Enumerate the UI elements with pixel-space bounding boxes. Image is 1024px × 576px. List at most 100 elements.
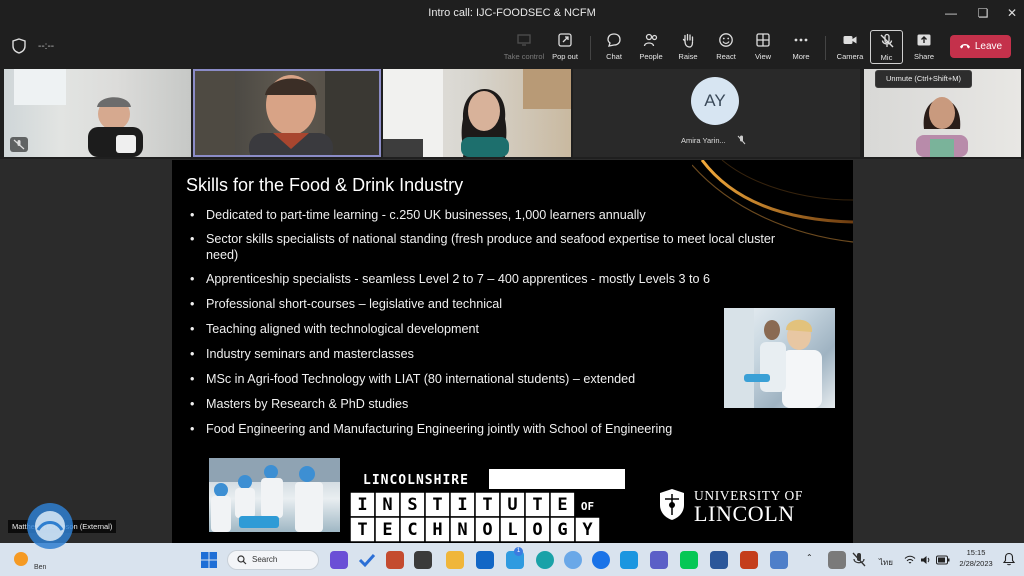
take-control-button[interactable]: Take control (502, 30, 546, 64)
volume-icon[interactable] (920, 554, 932, 566)
toolbar-divider (825, 36, 826, 60)
avatar: AY (691, 77, 739, 125)
minimize-icon[interactable]: — (936, 3, 966, 23)
cloud-icon[interactable] (564, 551, 582, 569)
active-speaker-video-tile[interactable] (193, 69, 381, 157)
input-language[interactable]: ไทย (879, 556, 893, 569)
logo-letter: T (482, 495, 492, 515)
teams-icon[interactable] (650, 551, 668, 569)
tray-chevron-up-icon[interactable]: ⌃ (806, 553, 813, 562)
logo-lincoln-text: LINCOLN (694, 501, 795, 523)
logo-letter: C (407, 520, 417, 540)
teams-chat-icon[interactable] (330, 551, 348, 569)
floating-assistant-icon[interactable] (24, 500, 76, 552)
participant-video-tile[interactable] (383, 69, 571, 157)
wifi-icon[interactable] (904, 554, 916, 566)
logo-letter: T (532, 495, 542, 515)
powerpoint-icon[interactable] (740, 551, 758, 569)
crest-icon (660, 489, 684, 520)
camera-button[interactable]: Camera (830, 30, 870, 64)
more-icon (794, 38, 808, 42)
muted-mic-icon (10, 137, 28, 152)
window-title-bar: Intro call: IJC-FOODSEC & NCFM — ❏ ✕ (0, 0, 1024, 26)
slide-title: Skills for the Food & Drink Industry (186, 175, 464, 195)
weather-label: Ben (34, 564, 47, 571)
lab-scientists-photo (724, 308, 835, 408)
calendar-icon[interactable] (770, 551, 788, 569)
participant-avatar-tile[interactable]: AY Amira Yarin... (573, 69, 860, 157)
participant-video-frame (195, 71, 379, 155)
notifications-icon[interactable] (1002, 552, 1016, 566)
search-icon (237, 555, 247, 565)
edge-browser-icon[interactable] (536, 551, 554, 569)
maximize-icon[interactable]: ❏ (968, 3, 998, 23)
muted-mic-icon[interactable] (852, 552, 866, 568)
raise-hand-button[interactable]: Raise (668, 30, 708, 64)
view-grid-icon (756, 33, 770, 47)
logo-letter: N (382, 495, 392, 515)
pop-out-button[interactable]: Pop out (545, 30, 585, 64)
weather-icon[interactable] (14, 552, 28, 566)
system-clock[interactable]: 15:15 2/28/2023 (954, 547, 998, 569)
presentation-slide: Skills for the Food & Drink Industry Ded… (172, 160, 853, 543)
logo-letter: S (407, 495, 417, 515)
logo-letter: G (557, 520, 567, 540)
people-icon (643, 33, 658, 47)
calculator-icon[interactable] (414, 551, 432, 569)
chat-button[interactable]: Chat (594, 30, 634, 64)
camera-icon (843, 36, 857, 44)
more-button[interactable]: More (781, 30, 821, 64)
skype-icon[interactable] (620, 551, 638, 569)
raise-hand-icon (682, 33, 694, 48)
toolbar-divider (590, 36, 591, 60)
word-icon[interactable] (710, 551, 728, 569)
participant-name: Amira Yarin... (681, 136, 726, 145)
logo-letter: Y (582, 520, 593, 540)
participant-video-frame (14, 69, 143, 157)
logo-letter: I (457, 495, 467, 515)
view-button[interactable]: View (743, 30, 783, 64)
logo-letter: T (357, 520, 367, 540)
windows-start-icon[interactable] (200, 551, 218, 569)
mic-muted-icon (880, 33, 893, 48)
participant-video-tile[interactable] (4, 69, 191, 157)
logo-letter: O (532, 520, 542, 540)
logo-letter: L (507, 520, 517, 540)
close-icon[interactable]: ✕ (997, 3, 1024, 23)
battery-icon[interactable] (936, 555, 950, 565)
logo-letter: E (382, 520, 392, 540)
office-icon[interactable] (386, 551, 404, 569)
bullet-item: Apprenticeship specialists - seamless Le… (188, 271, 828, 287)
taskbar-search[interactable]: Search (227, 550, 319, 570)
shield-icon[interactable] (12, 38, 26, 54)
window-title: Intro call: IJC-FOODSEC & NCFM (428, 7, 596, 19)
todo-check-icon[interactable] (358, 551, 376, 569)
file-explorer-icon[interactable] (446, 551, 464, 569)
hang-up-icon (959, 44, 970, 49)
react-icon (719, 33, 733, 47)
meeting-toolbar: --:-- Take control Pop out Chat People R… (0, 26, 1024, 68)
line-icon[interactable] (680, 551, 698, 569)
logo-letter: T (432, 495, 442, 515)
mic-button[interactable]: Mic (870, 30, 903, 64)
logo-letter: O (482, 520, 492, 540)
logo-letter: OF (581, 500, 594, 513)
food-workers-photo (209, 458, 340, 532)
unmute-tooltip: Unmute (Ctrl+Shift+M) (875, 70, 972, 88)
share-icon (917, 34, 931, 46)
logo-lincolnshire-text: LINCOLNSHIRE (363, 473, 469, 488)
bullet-item: Food Engineering and Manufacturing Engin… (188, 421, 828, 437)
take-control-icon (517, 34, 531, 46)
university-of-lincoln-logo: UNIVERSITY OF LINCOLN (654, 485, 826, 526)
muted-mic-icon (737, 135, 746, 145)
react-button[interactable]: React (706, 30, 746, 64)
tray-app-icon[interactable] (828, 551, 846, 569)
zoom-icon[interactable] (592, 551, 610, 569)
meeting-timer: --:-- (38, 41, 55, 52)
outlook-icon[interactable] (476, 551, 494, 569)
bullet-item: Sector skills specialists of national st… (188, 231, 788, 263)
logo-letter: U (507, 495, 517, 515)
share-button[interactable]: Share (904, 30, 944, 64)
people-button[interactable]: People (631, 30, 671, 64)
leave-button[interactable]: Leave (950, 35, 1011, 58)
